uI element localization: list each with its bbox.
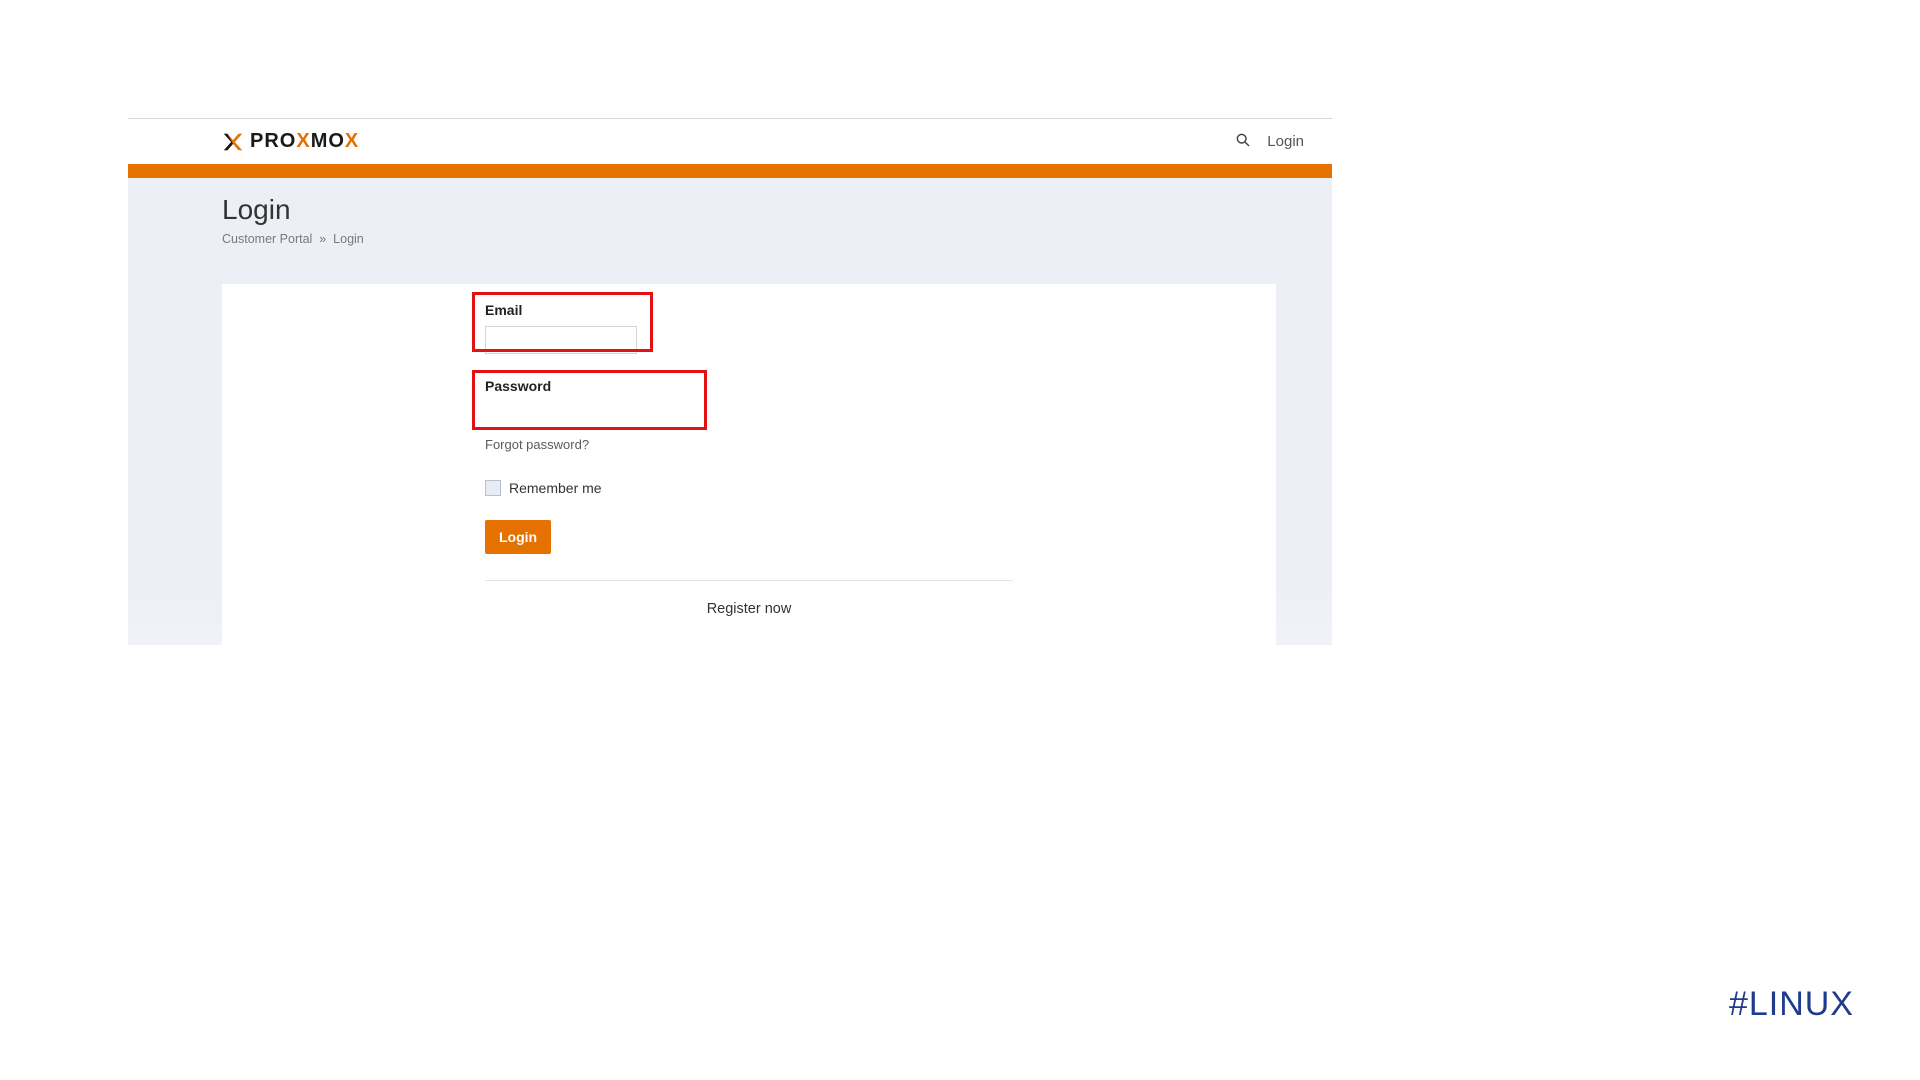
remember-label: Remember me — [509, 480, 602, 496]
forgot-password-link[interactable]: Forgot password? — [485, 437, 589, 452]
brand-x-icon — [222, 131, 244, 153]
password-label: Password — [485, 378, 1013, 394]
title-area: Login Customer Portal » Login — [128, 178, 1332, 262]
password-field-block: Password — [485, 378, 1013, 427]
page-title: Login — [222, 194, 1332, 226]
breadcrumb: Customer Portal » Login — [222, 232, 1332, 246]
page-region: PROXMOX Login Login Customer Portal » Lo… — [128, 118, 1332, 645]
search-icon[interactable] — [1235, 132, 1251, 152]
brand-text: PROXMOX — [250, 130, 359, 153]
header-bar: PROXMOX Login — [128, 119, 1332, 164]
login-form: Email Password Forgot password? Remember… — [485, 302, 1013, 617]
register-link[interactable]: Register now — [485, 601, 1013, 617]
email-field-block: Email — [485, 302, 1013, 354]
header-login-link[interactable]: Login — [1267, 133, 1304, 150]
remember-checkbox[interactable] — [485, 480, 501, 496]
breadcrumb-sep: » — [319, 232, 326, 246]
breadcrumb-root[interactable]: Customer Portal — [222, 232, 312, 246]
email-label: Email — [485, 302, 1013, 318]
header-right: Login — [1235, 132, 1304, 152]
orange-strip — [128, 164, 1332, 178]
brand-logo[interactable]: PROXMOX — [222, 130, 359, 153]
form-divider — [485, 580, 1013, 581]
hashtag-label: #LINUX — [1729, 985, 1854, 1024]
login-button[interactable]: Login — [485, 520, 551, 554]
email-input[interactable] — [485, 326, 637, 354]
remember-row: Remember me — [485, 480, 1013, 496]
login-card: Email Password Forgot password? Remember… — [222, 284, 1276, 645]
breadcrumb-current: Login — [333, 232, 364, 246]
